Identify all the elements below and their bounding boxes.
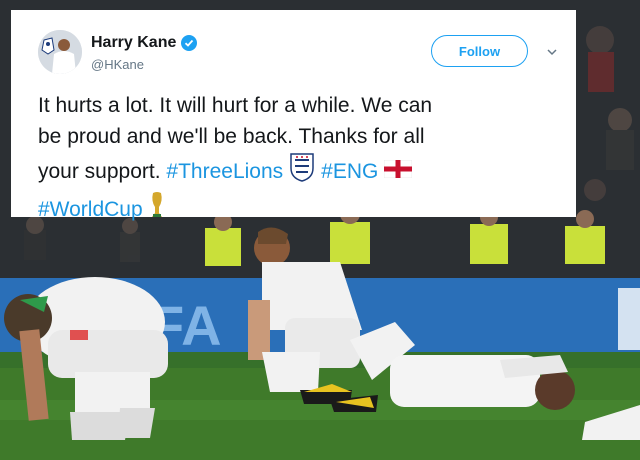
tweet-line-2: be proud and we'll be back. Thanks for a… (38, 125, 425, 148)
display-name-text[interactable]: Harry Kane (91, 34, 176, 52)
avatar[interactable] (38, 30, 82, 74)
hashtag-worldcup[interactable]: #WorldCup (38, 194, 143, 225)
three-lions-crest-icon (289, 152, 315, 191)
tweet-line-3: your support. #ThreeLions #ENG (38, 152, 563, 191)
tweet-line-1: It hurts a lot. It will hurt for a while… (38, 94, 433, 117)
follow-button[interactable]: Follow (431, 35, 528, 67)
verified-badge-icon (181, 35, 198, 51)
player-crouching-left (4, 277, 168, 440)
display-name[interactable]: Harry Kane (91, 34, 198, 52)
chevron-down-icon[interactable] (546, 45, 558, 57)
england-flag-icon (384, 156, 413, 187)
tweet-card: Harry Kane @HKane Follow It hurts a lot.… (11, 10, 576, 221)
tweet-text: It hurts a lot. It will hurt for a while… (38, 90, 563, 228)
world-cup-trophy-icon (149, 191, 165, 228)
tweet-line-4: #WorldCup (38, 191, 563, 228)
user-handle[interactable]: @HKane (91, 57, 144, 72)
tweet-line-3-text: your support. (38, 160, 161, 183)
hashtag-eng[interactable]: #ENG (321, 156, 378, 187)
hashtag-threelions[interactable]: #ThreeLions (166, 156, 283, 187)
